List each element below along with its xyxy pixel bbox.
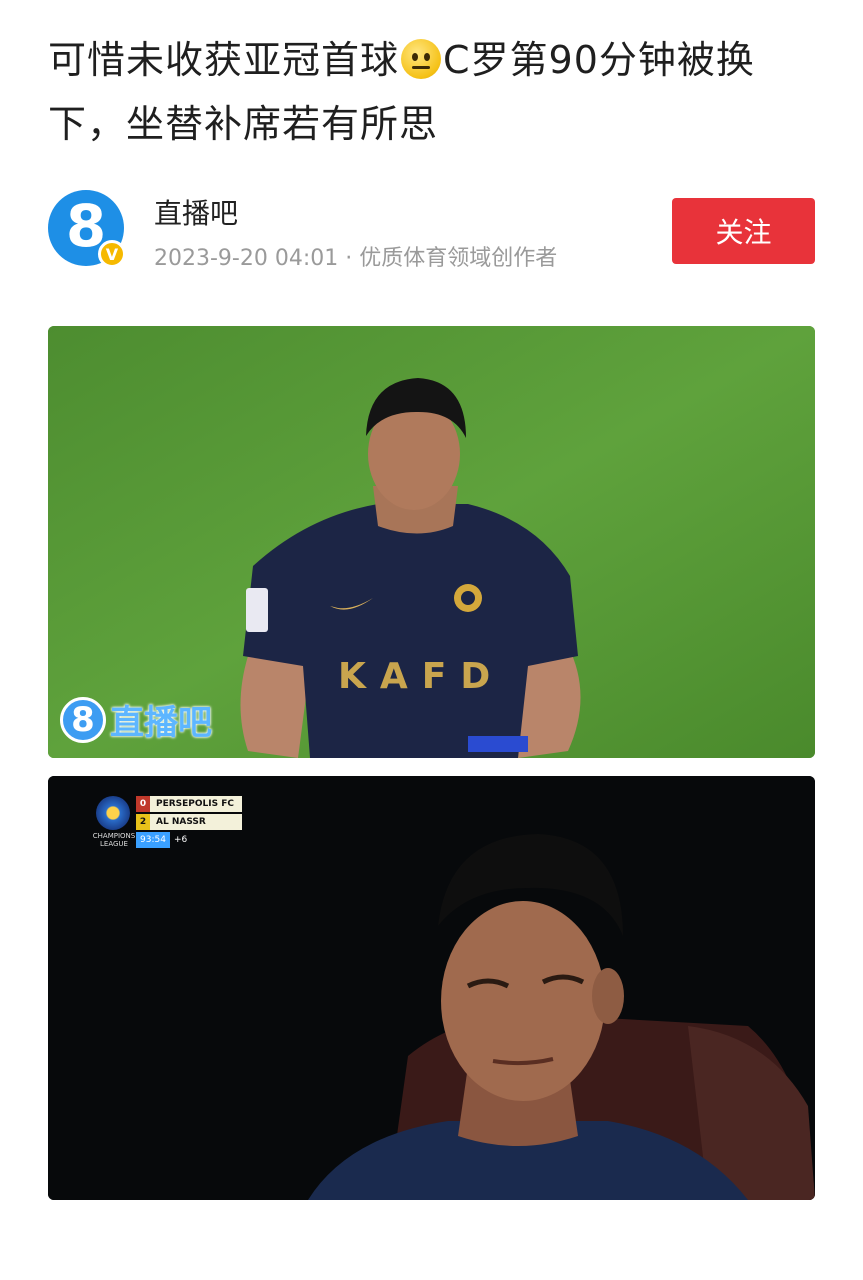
jersey-sponsor-text: KAFD: [338, 656, 504, 697]
author-meta: 2023-9-20 04:01 · 优质体育领域创作者: [154, 246, 558, 271]
score-row-team2: 2 AL NASSR: [136, 814, 242, 830]
watermark: 8 直播吧: [60, 695, 212, 744]
article-image-2[interactable]: CHAMPIONS LEAGUE 0 PERSEPOLIS FC 2 AL NA…: [48, 776, 815, 1200]
neutral-face-emoji-icon: [401, 39, 442, 79]
match-clock: 93:54 +6: [136, 832, 242, 848]
article-title: 可惜未收获亚冠首球 C罗第90分钟被换下，坐替补席若有所思: [48, 28, 828, 156]
article-image-1[interactable]: KAFD 8 直播吧: [48, 326, 815, 758]
team1-score: 0: [136, 796, 150, 812]
league-logo-text: CHAMPIONS LEAGUE: [92, 832, 136, 848]
afc-champions-league-logo-icon: [96, 796, 130, 830]
team2-score: 2: [136, 814, 150, 830]
verified-badge-icon: V: [98, 240, 126, 268]
author-bar: 8 V 直播吧 2023-9-20 04:01 · 优质体育领域创作者 关注: [48, 190, 818, 274]
watermark-logo-icon: 8: [60, 696, 106, 743]
author-name[interactable]: 直播吧: [154, 192, 238, 232]
author-avatar[interactable]: 8 V: [48, 190, 126, 268]
player-on-pitch-illustration: KAFD: [48, 326, 815, 758]
clock-time: 93:54: [136, 832, 170, 848]
team2-name: AL NASSR: [150, 814, 242, 830]
watermark-text: 直播吧: [110, 703, 212, 743]
team1-name: PERSEPOLIS FC: [150, 796, 242, 812]
added-time: +6: [173, 835, 188, 845]
title-part-1: 可惜未收获亚冠首球: [48, 38, 400, 82]
follow-button[interactable]: 关注: [672, 198, 815, 264]
score-table: 0 PERSEPOLIS FC 2 AL NASSR 93:54 +6: [136, 796, 242, 848]
score-row-team1: 0 PERSEPOLIS FC: [136, 796, 242, 812]
